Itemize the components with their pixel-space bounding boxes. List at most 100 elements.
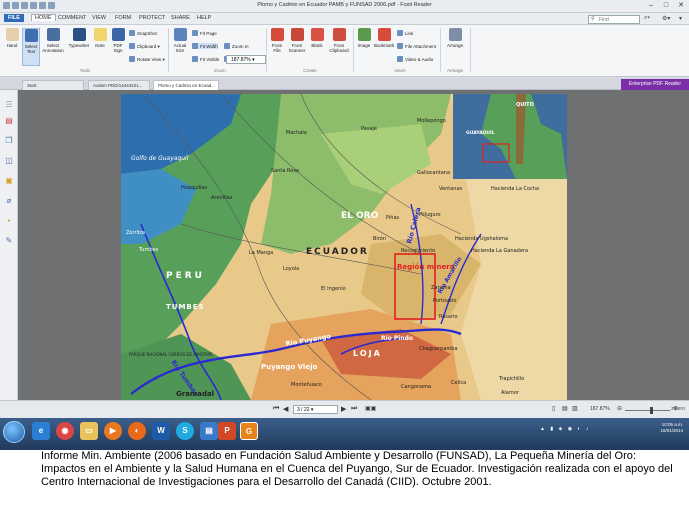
paperclip-icon <box>397 43 403 49</box>
app-icon[interactable]: ▤ <box>200 422 218 440</box>
blank-button[interactable]: Blank <box>310 28 324 48</box>
lock-icon[interactable]: ▪ <box>4 216 14 226</box>
continuous-icon[interactable]: ▤ <box>562 405 568 412</box>
powerpoint-icon[interactable]: P <box>218 422 236 440</box>
menu-comment[interactable]: COMMENT <box>58 15 86 21</box>
from-file-button[interactable]: From File <box>270 28 284 53</box>
next-page-icon[interactable]: ▶ <box>341 405 346 413</box>
note-icon <box>93 28 107 41</box>
page-view-icon[interactable]: ▣▣ <box>365 405 376 412</box>
document-workspace[interactable]: Golfo de Guayaquil EL ORO ECUADOR PERU T… <box>18 90 689 400</box>
link-label: Link <box>405 31 414 36</box>
select-annotation-button[interactable]: Select Annotation <box>41 28 65 53</box>
file-attachment-button[interactable]: File Attachment <box>397 43 436 49</box>
close-icon[interactable]: ✕ <box>675 1 687 10</box>
first-page-icon[interactable]: ⏮ <box>273 405 279 413</box>
signature-icon[interactable]: ✎ <box>4 236 14 246</box>
group-create-label: Create <box>303 68 317 73</box>
typewriter-icon <box>72 28 86 41</box>
zoom-out-icon[interactable]: ⊖ <box>617 405 622 412</box>
settings-icon[interactable]: ▾ <box>679 15 682 22</box>
explorer-icon[interactable]: ▭ <box>80 422 98 440</box>
chrome-icon[interactable]: ◉ <box>56 422 74 440</box>
fit-width-button[interactable]: Fit Width <box>192 43 218 49</box>
menu-file[interactable]: FILE <box>4 14 24 22</box>
zoom-select[interactable]: 187.87% ▾ <box>226 55 266 64</box>
prev-page-icon[interactable]: ◀ <box>283 405 288 413</box>
word-icon[interactable]: W <box>152 422 170 440</box>
find-input[interactable]: Find <box>588 15 640 24</box>
zoom-in-button[interactable]: Zoom In <box>224 43 249 49</box>
label-ventanas: Ventanas <box>439 186 463 192</box>
skype-icon[interactable]: S <box>176 422 194 440</box>
layers-icon[interactable]: ◫ <box>4 156 14 166</box>
zoom-slider[interactable] <box>625 410 670 411</box>
bookmark-button[interactable]: Bookmark <box>374 28 394 48</box>
menu-view[interactable]: VIEW <box>92 15 106 21</box>
video-audio-button[interactable]: Video & Audio <box>397 56 433 62</box>
fit-visible-button[interactable]: Fit Visible <box>192 56 219 62</box>
media-player-icon[interactable]: ▶ <box>104 422 122 440</box>
tab-start[interactable]: Start <box>22 80 84 90</box>
arrange-button[interactable]: Arrange <box>444 28 466 48</box>
pdf-sign-button[interactable]: PDF Sign <box>110 28 126 53</box>
last-page-icon[interactable]: ⏭ <box>351 405 357 413</box>
menu-protect[interactable]: PROTECT <box>139 15 165 21</box>
fit-page-icon <box>192 30 198 36</box>
maximize-icon[interactable]: □ <box>660 1 672 10</box>
fit-page-button[interactable]: Fit Page <box>192 30 217 36</box>
image-caption: Informe Min. Ambiente (2006 basado en Fu… <box>41 450 673 488</box>
find-placeholder: Find <box>599 17 609 23</box>
firefox-icon[interactable]: ◐ <box>128 422 146 440</box>
from-scanner-button[interactable]: From Scanner <box>288 28 306 53</box>
title-bar: Plomo y Cadmio en Ecuador PAMB y FUNSAD … <box>0 0 689 13</box>
zoom-select-value: 187.87% <box>231 57 251 63</box>
start-button[interactable] <box>3 421 25 443</box>
arrange-icon <box>448 28 462 41</box>
note-button[interactable]: Note <box>93 28 107 48</box>
minimize-icon[interactable]: – <box>645 1 657 10</box>
system-tray-icons[interactable]: ▲ ▮ ◈ ◉ ◐ ♪ <box>540 426 590 432</box>
from-clipboard-button[interactable]: From Clipboard <box>328 28 350 53</box>
bookmark-icon[interactable]: ❐ <box>4 136 14 146</box>
bookmark-label: Bookmark <box>374 43 395 48</box>
page-number-value: 3 / 22 <box>297 407 310 413</box>
paperclip-icon[interactable]: ⌀ <box>4 196 14 206</box>
menu-form[interactable]: FORM <box>115 15 131 21</box>
menu-help[interactable]: HELP <box>197 15 211 21</box>
enterprise-reader-banner[interactable]: Enterprise PDF Reader <box>621 79 689 90</box>
hand-icon[interactable]: ☰ <box>4 100 14 110</box>
snapshot-button[interactable]: SnapShot <box>129 30 157 36</box>
actual-size-button[interactable]: Actual Size <box>172 28 188 53</box>
select-text-button[interactable]: Select Text <box>22 28 40 66</box>
link-button[interactable]: Link <box>397 30 413 36</box>
page-number-input[interactable]: 3 / 22 ▾ <box>293 405 338 414</box>
label-rio-pindo: Río Pindo <box>381 335 413 342</box>
tab-autism[interactable]: Autism PDD/14444221... <box>88 80 150 90</box>
image-button[interactable]: Image <box>356 28 372 48</box>
note-label: Note <box>95 43 105 48</box>
facing-icon[interactable]: ▥ <box>572 405 578 412</box>
foxit-reader-icon[interactable]: G <box>240 422 258 440</box>
tab-plomo-cadmio[interactable]: Plomo y Cadmio en Ecuad... <box>153 80 219 90</box>
menu-share[interactable]: SHARE <box>171 15 190 21</box>
label-zorritos: Zorritos <box>126 230 146 236</box>
menu-home[interactable]: HOME <box>31 14 56 21</box>
pages-icon[interactable]: ▤ <box>4 116 14 126</box>
label-golfo: Golfo de Guayaquil <box>131 155 189 162</box>
pdf-file-icon <box>270 28 284 41</box>
system-clock[interactable]: 10:05 a.m. 16/01/2014 <box>660 422 683 434</box>
clipboard-button[interactable]: Clipboard ▾ <box>129 43 160 50</box>
label-celica: Celica <box>451 380 466 386</box>
rotate-view-button[interactable]: Rotate View ▾ <box>129 56 165 63</box>
zoom-slider-handle[interactable] <box>650 407 653 414</box>
single-page-icon[interactable]: ▯ <box>552 405 555 412</box>
gear-icon[interactable]: ⚙▾ <box>662 15 670 22</box>
video-audio-label: Video & Audio <box>405 57 434 62</box>
hand-tool-button[interactable]: Hand <box>4 28 20 48</box>
search-options-icon[interactable]: ⌕▾ <box>644 15 650 22</box>
comments-icon[interactable]: ▣ <box>4 176 14 186</box>
typewriter-button[interactable]: Typewriter <box>67 28 91 48</box>
ie-icon[interactable]: e <box>32 422 50 440</box>
label-tumbes-city: Tumbes <box>138 247 159 253</box>
